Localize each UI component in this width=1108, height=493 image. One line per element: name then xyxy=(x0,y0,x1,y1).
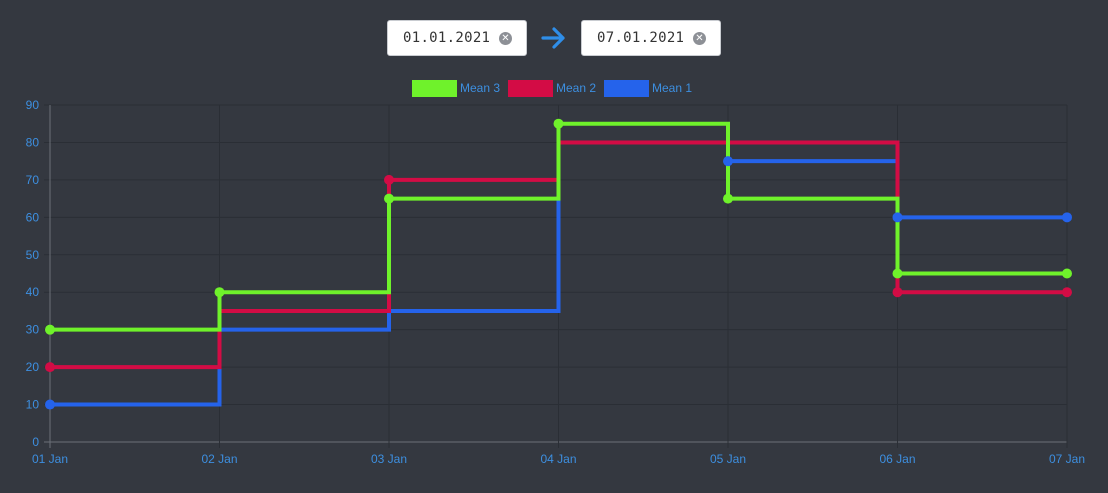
data-point-mean-3 xyxy=(214,287,225,298)
legend-label: Mean 1 xyxy=(652,81,692,95)
legend-swatch xyxy=(604,80,649,97)
data-point-mean-3 xyxy=(384,193,394,204)
x-tick-label: 01 Jan xyxy=(32,452,68,466)
data-point-mean-3 xyxy=(1062,268,1072,279)
y-tick-label: 90 xyxy=(26,98,40,112)
y-tick-label: 40 xyxy=(26,285,40,299)
x-tick-label: 03 Jan xyxy=(371,452,407,466)
data-point-mean-1 xyxy=(723,156,733,167)
data-point-mean-1 xyxy=(45,399,55,410)
data-point-mean-3 xyxy=(553,118,564,129)
y-tick-label: 60 xyxy=(26,210,40,224)
data-point-mean-2 xyxy=(1062,287,1072,298)
data-point-mean-2 xyxy=(384,174,394,185)
data-point-mean-3 xyxy=(723,193,733,204)
y-tick-label: 10 xyxy=(26,398,40,412)
data-point-mean-1 xyxy=(1062,212,1072,223)
y-tick-label: 50 xyxy=(26,248,40,262)
data-point-mean-1 xyxy=(892,212,903,223)
legend-swatch xyxy=(508,80,553,97)
y-tick-label: 80 xyxy=(26,135,40,149)
y-tick-label: 20 xyxy=(26,360,40,374)
legend-label: Mean 2 xyxy=(556,81,596,95)
y-tick-label: 0 xyxy=(32,435,39,449)
data-point-mean-2 xyxy=(45,362,55,373)
legend-swatch xyxy=(412,80,457,97)
x-tick-label: 02 Jan xyxy=(201,452,237,466)
step-line-chart: 0 10 20 30 40 50 60 70 80 90 01 Jan 02 Jan 03 Jan 04 … xyxy=(26,80,1085,466)
y-tick-label: 30 xyxy=(26,323,40,337)
x-tick-label: 05 Jan xyxy=(710,452,746,466)
data-point-mean-3 xyxy=(892,268,903,279)
data-point-mean-2 xyxy=(892,287,903,298)
legend-label: Mean 3 xyxy=(460,81,500,95)
x-tick-label: 04 Jan xyxy=(540,452,576,466)
x-tick-label: 06 Jan xyxy=(879,452,915,466)
x-tick-label: 07 Jan xyxy=(1049,452,1085,466)
y-tick-label: 70 xyxy=(26,173,40,187)
data-point-mean-3 xyxy=(45,324,55,335)
